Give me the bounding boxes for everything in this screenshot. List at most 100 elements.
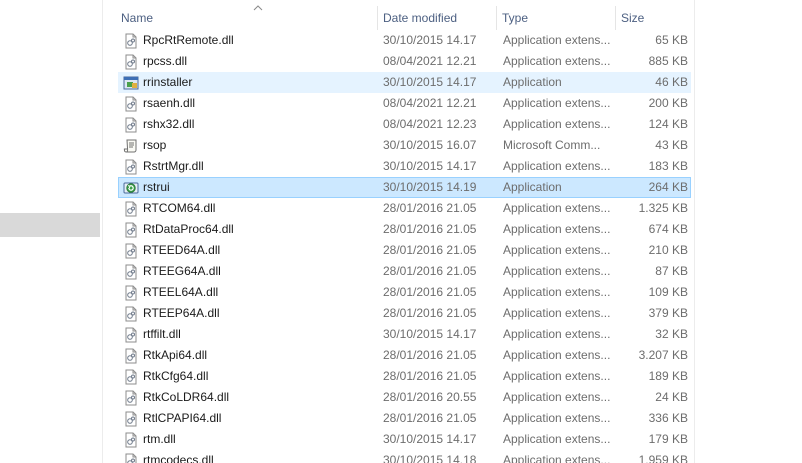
file-type: Application extens... [503, 159, 611, 173]
file-row[interactable]: rsop 30/10/2015 16.07 Microsoft Comm... 43 … [118, 135, 691, 156]
file-type: Application extens... [503, 348, 611, 362]
file-row[interactable]: rshx32.dll 08/04/2021 12.23 Application ex… [118, 114, 691, 135]
file-name: RtkApi64.dll [143, 348, 208, 362]
file-date-modified: 28/01/2016 21.05 [383, 369, 477, 383]
file-type: Application extens... [503, 411, 611, 425]
dll-file-icon [123, 390, 139, 406]
file-name: RTEEL64A.dll [143, 285, 219, 299]
file-date-modified: 28/01/2016 20.55 [383, 390, 477, 404]
file-date-modified: 28/01/2016 21.05 [383, 222, 477, 236]
file-name: RstrtMgr.dll [143, 159, 204, 173]
file-size: 1.325 KB [638, 201, 688, 215]
file-name: rtffilt.dll [143, 327, 181, 341]
file-size: 336 KB [648, 411, 688, 425]
file-row[interactable]: rtffilt.dll 30/10/2015 14.17 Application e… [118, 324, 691, 345]
dll-file-icon [123, 159, 139, 175]
file-type: Application extens... [503, 327, 611, 341]
file-name: RtkCoLDR64.dll [143, 390, 230, 404]
dll-file-icon [123, 327, 139, 343]
navigation-pane-selected-item[interactable] [0, 213, 100, 237]
column-header-name-label: Name [121, 11, 154, 25]
file-name: RpcRtRemote.dll [143, 33, 234, 47]
dll-file-icon [123, 243, 139, 259]
dll-file-icon [123, 54, 139, 70]
file-size: 32 KB [655, 327, 688, 341]
file-name: rsaenh.dll [143, 96, 196, 110]
file-date-modified: 28/01/2016 21.05 [383, 306, 477, 320]
file-type: Application extens... [503, 264, 611, 278]
file-date-modified: 08/04/2021 12.23 [383, 117, 477, 131]
file-name: rshx32.dll [143, 117, 195, 131]
file-row[interactable]: RtDataProc64.dll 28/01/2016 21.05 Applicat… [118, 219, 691, 240]
file-type: Application [503, 75, 562, 89]
file-size: 210 KB [648, 243, 688, 257]
file-size: 885 KB [648, 54, 688, 68]
file-row[interactable]: rtm.dll 30/10/2015 14.17 Application exten… [118, 429, 691, 450]
file-type: Application [503, 180, 562, 194]
file-row[interactable]: RTEED64A.dll 28/01/2016 21.05 Application … [118, 240, 691, 261]
file-name: rstrui [143, 180, 170, 194]
file-row[interactable]: RTEEG64A.dll 28/01/2016 21.05 Application … [118, 261, 691, 282]
file-date-modified: 30/10/2015 16.07 [383, 138, 477, 152]
file-date-modified: 30/10/2015 14.17 [383, 75, 477, 89]
file-size: 189 KB [648, 369, 688, 383]
column-header-type[interactable]: Type [496, 6, 615, 30]
file-row[interactable]: RTCOM64.dll 28/01/2016 21.05 Application e… [118, 198, 691, 219]
pane-divider-left [102, 0, 103, 463]
file-row[interactable]: RtkApi64.dll 28/01/2016 21.05 Application … [118, 345, 691, 366]
file-name: rpcss.dll [143, 54, 188, 68]
file-row[interactable]: RtlCPAPI64.dll 28/01/2016 21.05 Applicatio… [118, 408, 691, 429]
file-date-modified: 28/01/2016 21.05 [383, 285, 477, 299]
file-date-modified: 08/04/2021 12.21 [383, 96, 477, 110]
dll-file-icon [123, 33, 139, 49]
file-row[interactable]: RTEEP64A.dll 28/01/2016 21.05 Application … [118, 303, 691, 324]
file-size: 1.959 KB [638, 453, 688, 463]
file-row[interactable]: rsaenh.dll 08/04/2021 12.21 Application ex… [118, 93, 691, 114]
file-date-modified: 28/01/2016 21.05 [383, 243, 477, 257]
dll-file-icon [123, 411, 139, 427]
column-header-size-label: Size [621, 11, 645, 25]
dll-file-icon [123, 117, 139, 133]
file-type: Application extens... [503, 201, 611, 215]
column-header-date[interactable]: Date modified [377, 6, 496, 30]
file-type: Microsoft Comm... [503, 138, 601, 152]
file-size: 379 KB [648, 306, 688, 320]
file-row[interactable]: RtkCfg64.dll 28/01/2016 21.05 Application … [118, 366, 691, 387]
file-date-modified: 28/01/2016 21.05 [383, 201, 477, 215]
file-row[interactable]: rpcss.dll 08/04/2021 12.21 Application ext… [118, 51, 691, 72]
file-name: RTEEG64A.dll [143, 264, 221, 278]
file-date-modified: 28/01/2016 21.05 [383, 411, 477, 425]
column-header-bar: Name Date modified Type Size [104, 5, 694, 30]
dll-file-icon [123, 285, 139, 301]
file-type: Application extens... [503, 54, 611, 68]
console-scroll-icon [123, 138, 139, 154]
column-header-name[interactable]: Name [116, 5, 376, 30]
file-row[interactable]: rstrui 30/10/2015 14.19 Application 264 KB [118, 177, 691, 198]
file-type: Application extens... [503, 285, 611, 299]
file-size: 43 KB [655, 138, 688, 152]
file-name: rtm.dll [143, 432, 176, 446]
file-row[interactable]: RTEEL64A.dll 28/01/2016 21.05 Application … [118, 282, 691, 303]
file-date-modified: 30/10/2015 14.17 [383, 432, 477, 446]
file-row[interactable]: RpcRtRemote.dll 30/10/2015 14.17 Applicati… [118, 30, 691, 51]
file-size: 179 KB [648, 432, 688, 446]
file-row[interactable]: rrinstaller 30/10/2015 14.17 Application 46… [118, 72, 691, 93]
file-row[interactable]: RstrtMgr.dll 30/10/2015 14.17 Application … [118, 156, 691, 177]
file-size: 65 KB [655, 33, 688, 47]
file-date-modified: 28/01/2016 21.05 [383, 264, 477, 278]
file-row[interactable]: rtmcodecs.dll 30/10/2015 14.18 Application… [118, 450, 691, 463]
file-name: rtmcodecs.dll [143, 453, 214, 463]
dll-file-icon [123, 369, 139, 385]
file-name: RTCOM64.dll [143, 201, 216, 215]
file-size: 3.207 KB [638, 348, 688, 362]
file-row[interactable]: RtkCoLDR64.dll 28/01/2016 20.55 Applicatio… [118, 387, 691, 408]
file-name: rsop [143, 138, 167, 152]
dll-file-icon [123, 348, 139, 364]
file-name: RTEEP64A.dll [143, 306, 220, 320]
column-header-size[interactable]: Size [615, 6, 694, 30]
file-name: RTEED64A.dll [143, 243, 221, 257]
dll-file-icon [123, 222, 139, 238]
dll-file-icon [123, 453, 139, 463]
system-restore-icon [123, 180, 139, 196]
file-size: 24 KB [655, 390, 688, 404]
